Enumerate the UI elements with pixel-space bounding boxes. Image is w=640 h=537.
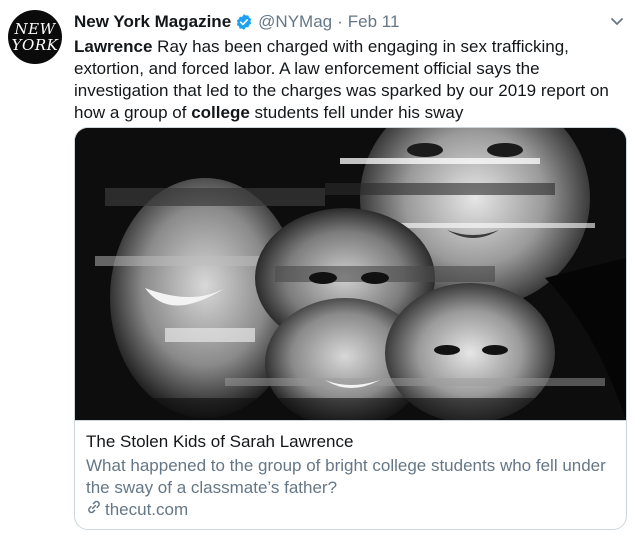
card-image[interactable]	[75, 128, 626, 420]
tweet-text-segment: Lawrence	[74, 37, 153, 56]
card-meta: The Stolen Kids of Sarah Lawrence What h…	[75, 420, 626, 529]
account-handle[interactable]: @NYMag	[258, 12, 332, 32]
avatar-logo-line2: YORK	[11, 36, 59, 54]
link-card[interactable]: The Stolen Kids of Sarah Lawrence What h…	[74, 127, 627, 530]
avatar-logo-line1: NEW	[14, 20, 56, 38]
card-title[interactable]: The Stolen Kids of Sarah Lawrence	[86, 431, 353, 453]
link-icon	[86, 499, 105, 521]
separator-dot: ·	[337, 12, 343, 31]
tweet-header: New York Magazine @NYMag · Feb 11	[74, 11, 399, 33]
tweet-text-segment: college	[191, 103, 250, 122]
card-domain: thecut.com	[105, 500, 189, 519]
tweet-text: Lawrence Ray has been charged with engag…	[74, 36, 620, 124]
tweet[interactable]: NEW YORK New York Magazine @NYMag · Feb …	[0, 0, 640, 537]
chevron-down-icon[interactable]	[609, 13, 625, 29]
account-name[interactable]: New York Magazine	[74, 12, 231, 32]
avatar[interactable]: NEW YORK	[8, 10, 62, 64]
verified-badge-icon	[235, 13, 253, 31]
card-description: What happened to the group of bright col…	[86, 456, 606, 497]
tweet-text-segment: students fell under his sway	[249, 103, 464, 122]
tweet-date[interactable]: Feb 11	[348, 12, 400, 32]
card-domain-link[interactable]: thecut.com	[86, 499, 188, 521]
